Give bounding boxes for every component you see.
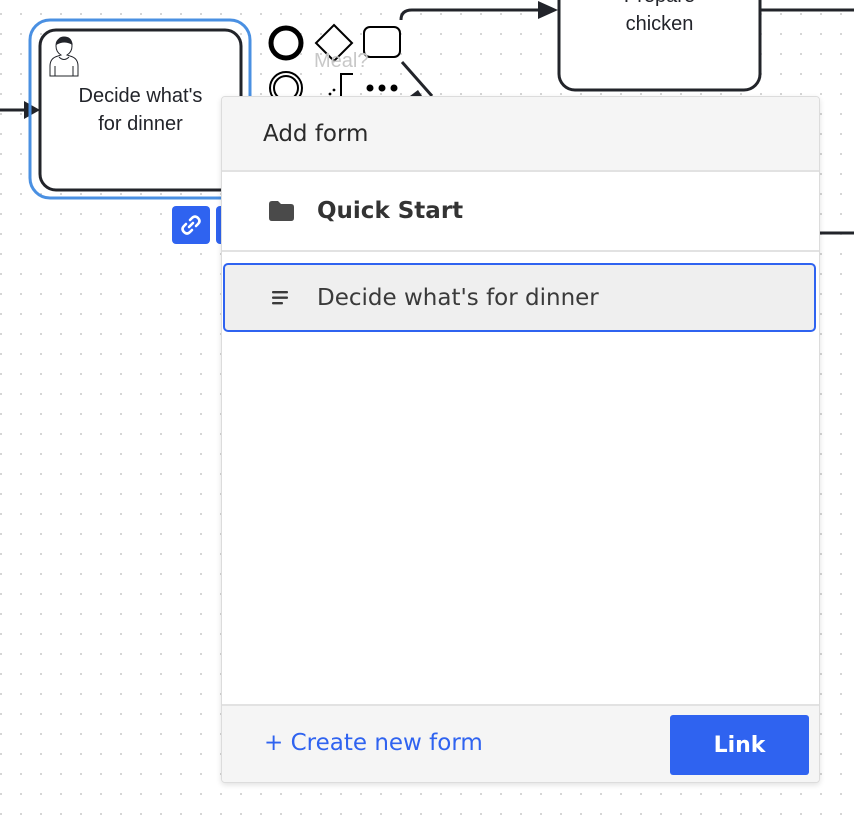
folder-icon: [269, 201, 294, 221]
context-pad: Meal?: [268, 23, 422, 105]
folder-item-quick-start[interactable]: Quick Start: [222, 172, 819, 252]
task-decide-label-line1: Decide what's: [78, 85, 203, 107]
popup-footer: + Create new form Link: [222, 704, 819, 782]
sequence-flow-to-prepare[interactable]: [399, 1, 558, 97]
link-form-button[interactable]: [172, 206, 210, 244]
task-decide-label-line2: for dinner: [98, 113, 183, 135]
add-form-popup: Add form Quick Start Decide what's for d…: [221, 96, 820, 783]
form-item-label: Decide what's for dinner: [317, 284, 599, 311]
create-new-form-link[interactable]: + Create new form: [264, 730, 483, 756]
text-annotation-icon[interactable]: [328, 73, 353, 96]
form-item-decide-dinner[interactable]: Decide what's for dinner: [223, 263, 816, 332]
popup-header: Add form: [222, 97, 819, 172]
task-prepare-label: Prepare chicken: [559, 0, 760, 38]
link-button[interactable]: Link: [670, 715, 809, 775]
task-prepare-label-line2: chicken: [625, 13, 694, 35]
sequence-flow-incoming[interactable]: [0, 101, 40, 119]
link-icon: [181, 215, 201, 235]
more-icon[interactable]: [366, 84, 398, 92]
hidden-gateway-label: Meal?: [314, 50, 368, 72]
folder-item-label: Quick Start: [317, 198, 464, 224]
popup-title: Add form: [263, 120, 369, 147]
task-decide-label: Decide what's for dinner: [40, 82, 241, 138]
task-prepare-label-line1: Prepare: [559, 0, 760, 10]
task-icon[interactable]: [363, 26, 401, 58]
start-event-icon[interactable]: [268, 25, 304, 61]
form-icon: [272, 290, 288, 304]
